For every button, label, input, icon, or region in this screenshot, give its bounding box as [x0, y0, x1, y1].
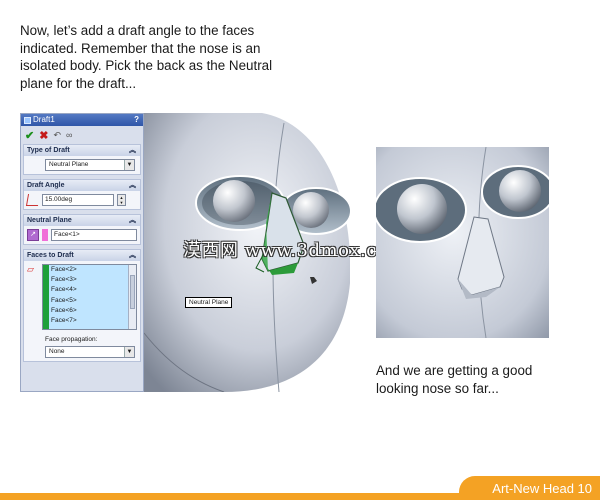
draft-feature-icon [24, 116, 31, 124]
face-propagation-label: Face propagation: [45, 336, 98, 343]
angle-spinner[interactable]: ▲ ▼ [117, 194, 126, 206]
collapse-chevron-icon[interactable]: ︽ [129, 145, 136, 156]
face-list-item[interactable]: Face<3> [51, 275, 128, 285]
undo-icon[interactable]: ↶ [53, 130, 61, 141]
dropdown-arrow-icon[interactable]: ▼ [124, 347, 134, 357]
neutral-plane-section: Neutral Plane ︽ ↗ Face<1> [23, 214, 141, 245]
neutral-plane-callout: Neutral Plane [185, 297, 233, 308]
face-list-item[interactable]: Face<6> [51, 306, 128, 316]
faces-scrollbar[interactable] [128, 265, 136, 329]
angle-icon [25, 194, 41, 206]
outro-text: And we are getting a good looking nose s… [376, 363, 533, 396]
ok-check-icon[interactable]: ✔ [25, 129, 34, 142]
head-result-render [376, 147, 549, 338]
intro-text: Now, let’s add a draft angle to the face… [20, 23, 273, 91]
neutral-plane-field[interactable]: Face<1> [51, 229, 137, 241]
face-list-item[interactable]: Face<2> [51, 265, 128, 275]
collapse-chevron-icon[interactable]: ︽ [129, 215, 136, 226]
faces-list[interactable]: Face<2> Face<3> Face<4> Face<5> Face<6> … [42, 264, 137, 330]
draft-property-manager: Draft1 ? ✔ ✖ ↶ ∞ Type of Draft ︽ Neutral… [20, 113, 144, 392]
face-propagation-select[interactable]: None ▼ [45, 346, 135, 358]
collapse-chevron-icon[interactable]: ︽ [129, 250, 136, 261]
pm-title: Draft1 [33, 115, 55, 124]
watermark: 漠西网 www.3dmox.com [183, 240, 406, 261]
dropdown-arrow-icon[interactable]: ▼ [124, 160, 134, 170]
face-list-item[interactable]: Face<4> [51, 285, 128, 295]
pm-title-bar: Draft1 ? [21, 114, 143, 126]
result-viewport [376, 147, 549, 338]
pm-actions: ✔ ✖ ↶ ∞ [21, 126, 143, 144]
draft-angle-header[interactable]: Draft Angle ︽ [24, 180, 140, 191]
face-list-item[interactable]: Face<7> [51, 316, 128, 326]
faces-to-draft-section: Faces to Draft ︽ ▱ Face<2> Face<3> Face<… [23, 249, 141, 362]
draft-angle-section: Draft Angle ︽ 15.00deg ▲ ▼ [23, 179, 141, 210]
type-of-draft-header[interactable]: Type of Draft ︽ [24, 145, 140, 156]
detailed-preview-icon[interactable]: ∞ [66, 130, 72, 140]
draft-type-select[interactable]: Neutral Plane ▼ [45, 159, 135, 171]
cancel-x-icon[interactable]: ✖ [39, 129, 48, 142]
face-list-item[interactable]: Face<5> [51, 296, 128, 306]
faces-to-draft-header[interactable]: Faces to Draft ︽ [24, 250, 140, 261]
help-icon[interactable]: ? [134, 114, 139, 126]
draft-angle-input[interactable]: 15.00deg [42, 194, 114, 206]
selection-color-swatch [42, 229, 48, 241]
neutral-plane-header[interactable]: Neutral Plane ︽ [24, 215, 140, 226]
plane-selection-icon[interactable]: ↗ [27, 229, 39, 241]
type-of-draft-section: Type of Draft ︽ Neutral Plane ▼ [23, 144, 141, 175]
page-footer-label: Art-New Head 10 [459, 476, 600, 500]
collapse-chevron-icon[interactable]: ︽ [129, 180, 136, 191]
faces-selection-icon: ▱ [27, 264, 34, 274]
